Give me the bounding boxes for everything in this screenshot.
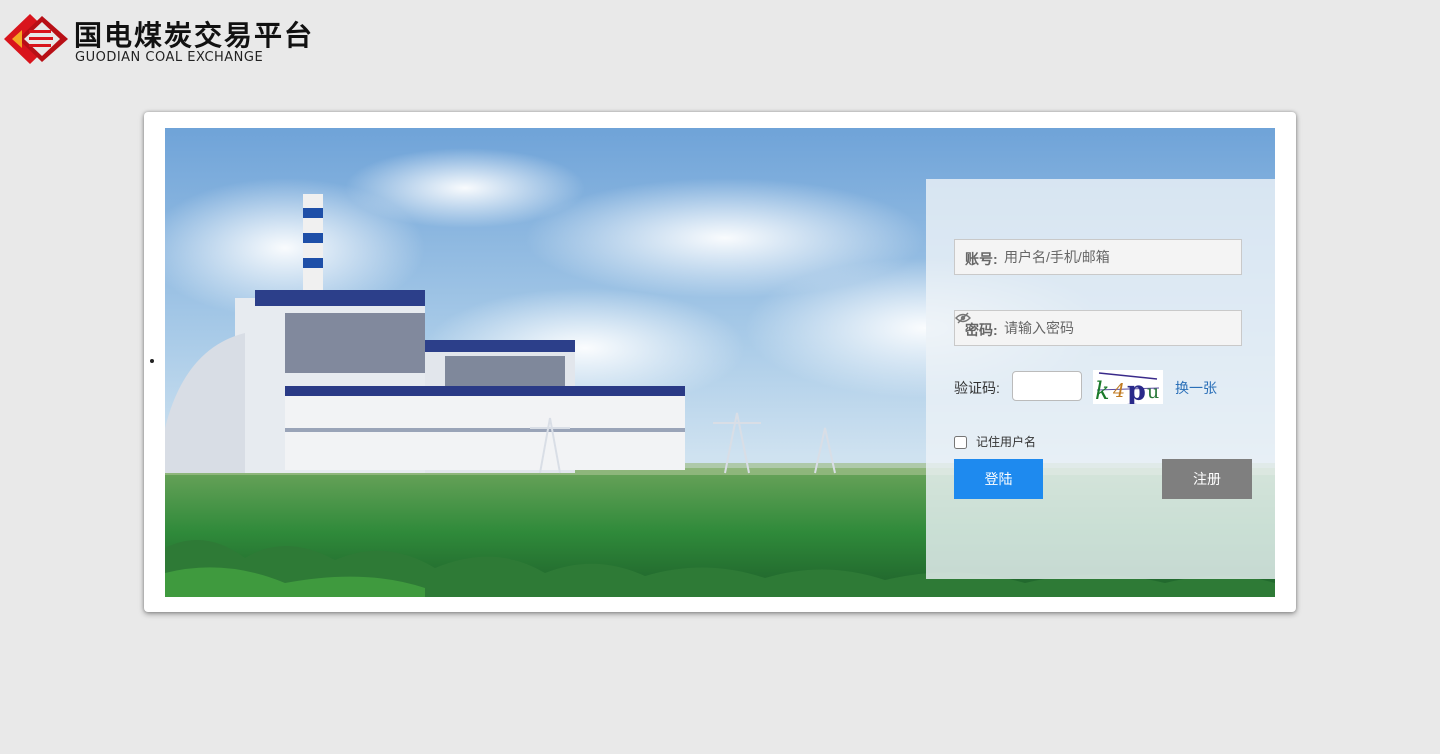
captcha-input[interactable] bbox=[1012, 371, 1082, 401]
captcha-label: 验证码: bbox=[954, 380, 1000, 396]
guodian-logo-icon bbox=[4, 14, 68, 64]
logo-chinese-name: 国电煤炭交易平台 bbox=[74, 19, 315, 52]
eye-slash-icon[interactable] bbox=[955, 311, 971, 325]
password-input[interactable] bbox=[1004, 318, 1204, 338]
list-bullet bbox=[150, 359, 154, 363]
power-plant-banner: 账号: 密码: 验证码: k 4 p bbox=[165, 128, 1275, 597]
account-input[interactable] bbox=[1004, 247, 1204, 267]
svg-text:u: u bbox=[1147, 381, 1159, 403]
login-button[interactable]: 登陆 bbox=[954, 459, 1043, 499]
remember-username-checkbox[interactable] bbox=[954, 436, 967, 449]
site-logo[interactable]: 国电煤炭交易平台 GUODIAN COAL EXCHANGE bbox=[2, 12, 312, 70]
svg-text:k: k bbox=[1095, 377, 1110, 404]
captcha-image[interactable]: k 4 p u bbox=[1093, 370, 1163, 404]
register-button[interactable]: 注册 bbox=[1162, 459, 1252, 499]
login-card: 账号: 密码: 验证码: k 4 p bbox=[144, 112, 1296, 612]
login-panel: 账号: 密码: 验证码: k 4 p bbox=[926, 179, 1275, 579]
remember-username-label: 记住用户名 bbox=[976, 435, 1037, 449]
password-field[interactable]: 密码: bbox=[954, 310, 1242, 346]
header: 国电煤炭交易平台 GUODIAN COAL EXCHANGE bbox=[0, 0, 1440, 80]
logo-english-name: GUODIAN COAL EXCHANGE bbox=[75, 50, 264, 65]
svg-text:4: 4 bbox=[1112, 380, 1125, 402]
account-field[interactable]: 账号: bbox=[954, 239, 1242, 275]
svg-text:p: p bbox=[1127, 376, 1146, 404]
account-label: 账号: bbox=[965, 251, 998, 267]
refresh-captcha-link[interactable]: 换一张 bbox=[1175, 378, 1217, 398]
